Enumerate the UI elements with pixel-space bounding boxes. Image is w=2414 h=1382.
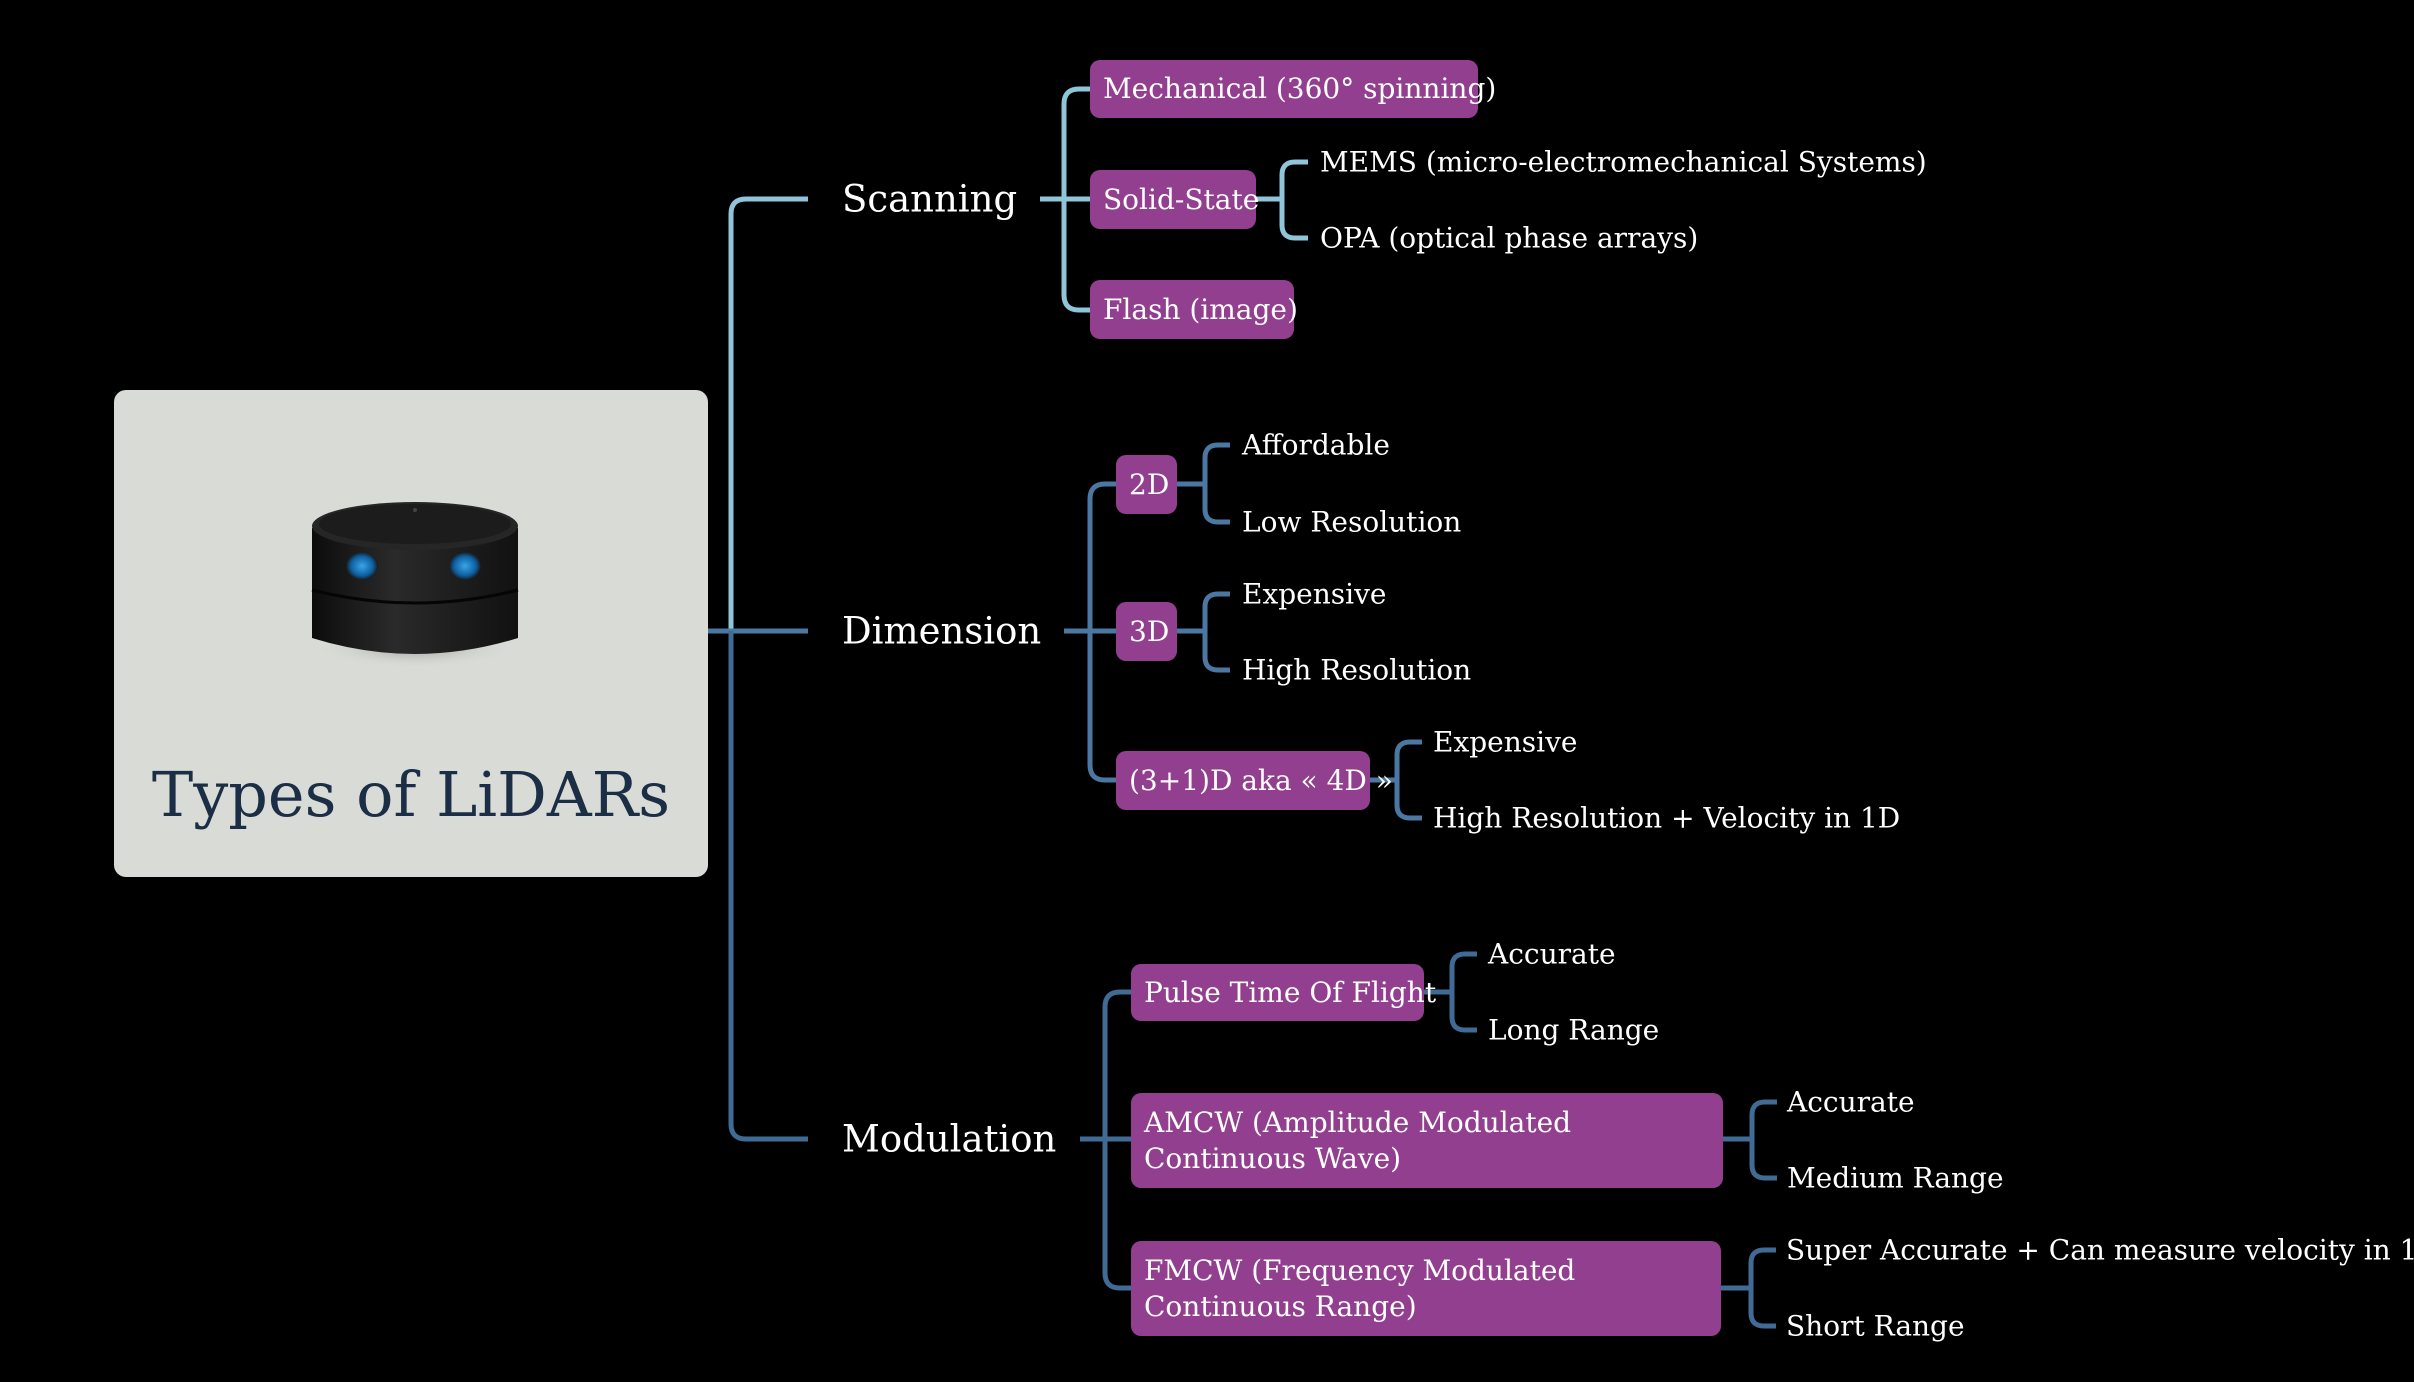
connector-solid-state-leaves (1256, 159, 1308, 241)
connector-3d-leaves (1177, 591, 1230, 673)
leaf-fmcw-short-range[interactable]: Short Range (1786, 1310, 1965, 1343)
leaf-opa[interactable]: OPA (optical phase arrays) (1320, 222, 1698, 255)
leaf-amcw-accurate[interactable]: Accurate (1787, 1086, 1915, 1119)
node-label: FMCW (Frequency Modulated Continuous Ran… (1144, 1253, 1576, 1323)
leaf-amcw-medium-range[interactable]: Medium Range (1787, 1162, 2004, 1195)
connector-modulation (728, 631, 808, 1142)
node-mechanical[interactable]: Mechanical (360° spinning) (1090, 60, 1496, 118)
branch-dimension[interactable]: Dimension (842, 610, 1041, 653)
leaf-mems[interactable]: MEMS (micro-electromechanical Systems) (1320, 146, 1927, 179)
node-label: Mechanical (360° spinning) (1103, 72, 1497, 105)
node-label: 2D (1129, 467, 1170, 501)
leaf-3d-expensive[interactable]: Expensive (1242, 578, 1386, 611)
leaf-4d-high-resolution-velocity[interactable]: High Resolution + Velocity in 1D (1433, 802, 1900, 835)
branch-scanning[interactable]: Scanning (842, 178, 1017, 221)
leaf-2d-low-resolution[interactable]: Low Resolution (1242, 506, 1461, 539)
connector-modulation-children (1080, 989, 1131, 1291)
sensor-eye-left (346, 552, 378, 580)
node-label: AMCW (Amplitude Modulated Continuous Wav… (1144, 1105, 1572, 1175)
node-flash[interactable]: Flash (image) (1090, 280, 1298, 339)
node-label: (3+1)D aka « 4D » (1129, 763, 1393, 797)
node-amcw[interactable]: AMCW (Amplitude Modulated Continuous Wav… (1131, 1093, 1723, 1188)
connector-fmcw-leaves (1721, 1247, 1776, 1329)
node-label: Solid-State (1103, 182, 1260, 216)
leaf-3d-high-resolution[interactable]: High Resolution (1242, 654, 1471, 687)
connector-amcw-leaves (1723, 1099, 1777, 1181)
leaf-4d-expensive[interactable]: Expensive (1433, 726, 1577, 759)
node-label: 3D (1129, 614, 1170, 648)
connector-scanning (728, 196, 808, 631)
root-node[interactable]: Types of LiDARs (114, 390, 708, 877)
node-pulse-tof[interactable]: Pulse Time Of Flight (1131, 964, 1436, 1021)
node-label: Flash (image) (1103, 292, 1298, 326)
connector-dimension-children (1064, 481, 1116, 783)
lidar-sensor-image (311, 502, 519, 668)
leaf-2d-affordable[interactable]: Affordable (1242, 429, 1390, 462)
branch-modulation[interactable]: Modulation (842, 1118, 1056, 1161)
root-title: Types of LiDARs (151, 758, 671, 831)
node-4d[interactable]: (3+1)D aka « 4D » (1116, 751, 1393, 810)
node-label: Pulse Time Of Flight (1144, 975, 1437, 1009)
node-solid-state[interactable]: Solid-State (1090, 170, 1260, 229)
node-fmcw[interactable]: FMCW (Frequency Modulated Continuous Ran… (1131, 1241, 1721, 1336)
leaf-fmcw-super-accurate[interactable]: Super Accurate + Can measure velocity in… (1786, 1234, 2414, 1267)
connector-2d-leaves (1177, 442, 1230, 525)
leaf-ptof-accurate[interactable]: Accurate (1488, 938, 1616, 971)
node-2d[interactable]: 2D (1116, 455, 1177, 514)
leaf-ptof-long-range[interactable]: Long Range (1488, 1014, 1659, 1047)
connector-scanning-children (1040, 86, 1090, 313)
sensor-eye-right (449, 552, 481, 580)
node-3d[interactable]: 3D (1116, 602, 1177, 661)
